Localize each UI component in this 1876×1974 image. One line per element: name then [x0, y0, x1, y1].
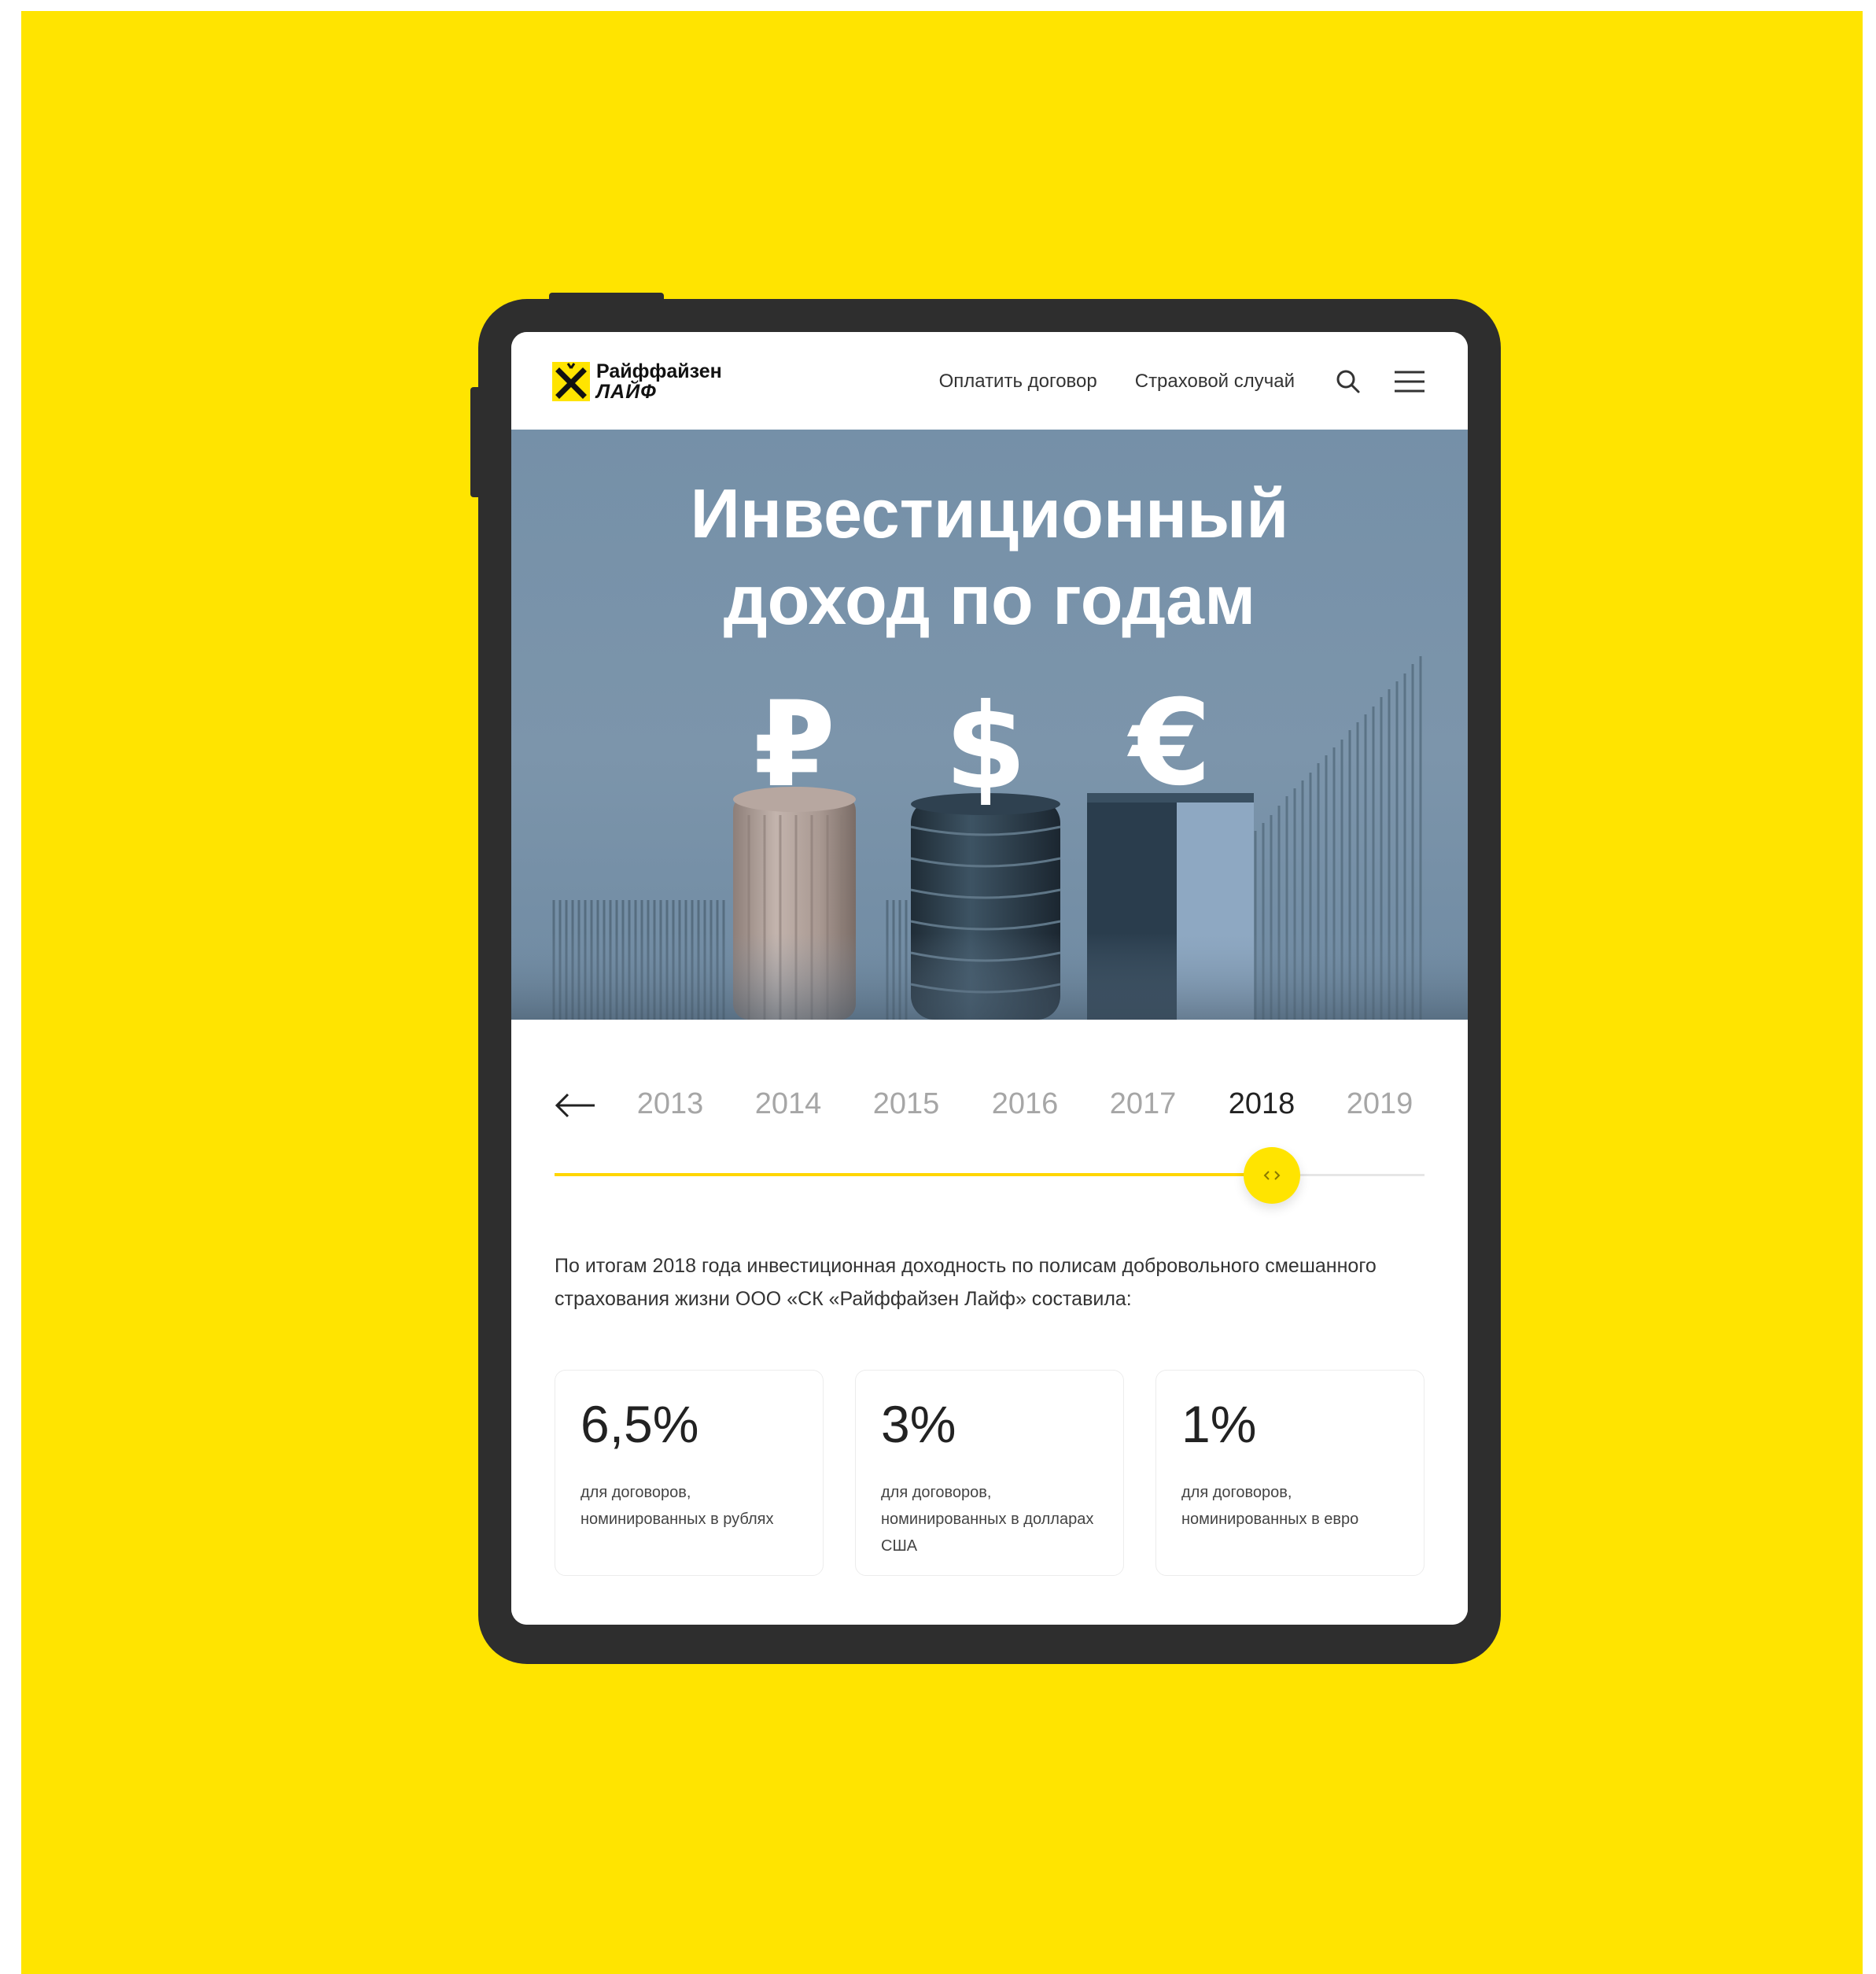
hero-title-line-2: доход по годам	[723, 561, 1256, 639]
stat-value: 1%	[1181, 1395, 1257, 1453]
logo-line-2: ЛАЙФ	[596, 381, 657, 403]
logo[interactable]: Райффайзен ЛАЙФ	[552, 359, 722, 404]
year-2015[interactable]: 2015	[863, 1087, 949, 1121]
arrow-left-icon[interactable]	[552, 1086, 599, 1125]
stat-card-rub: 6,5% для договоров, номинированных в руб…	[555, 1370, 824, 1576]
ruble-symbol: ₽	[754, 677, 835, 814]
logo-text: Райффайзен ЛАЙФ	[596, 361, 722, 402]
dollar-symbol: $	[945, 679, 1026, 816]
nav-pay-contract[interactable]: Оплатить договор	[939, 371, 1097, 393]
search-icon[interactable]	[1332, 366, 1364, 397]
description-text: По итогам 2018 года инвестиционная доход…	[555, 1255, 1377, 1310]
hero-title: Инвестиционный доход по годам	[511, 470, 1468, 644]
stat-card-eur: 1% для договоров, номинированных в евро	[1155, 1370, 1425, 1576]
stat-label: для договоров, номинированных в евро	[1181, 1484, 1359, 1528]
income-card: 2013 2014 2015 2016 2017 2018 2019 По ит…	[511, 1020, 1468, 1625]
year-2016[interactable]: 2016	[982, 1087, 1068, 1121]
year-2019[interactable]: 2019	[1336, 1087, 1423, 1121]
hero-title-line-1: Инвестиционный	[690, 474, 1289, 552]
hero-banner: ₽ $ € Инвестиционный доход по годам	[511, 430, 1468, 1020]
year-2017[interactable]: 2017	[1100, 1087, 1186, 1121]
stat-card-usd: 3% для договоров, номинированных в долла…	[855, 1370, 1124, 1576]
year-2014[interactable]: 2014	[745, 1087, 831, 1121]
tablet-device: Райффайзен ЛАЙФ Оплатить договор Страхов…	[478, 299, 1501, 1664]
stat-label: для договоров, номинированных в рублях	[580, 1484, 774, 1528]
timeline-slider-thumb[interactable]	[1244, 1147, 1301, 1204]
menu-icon[interactable]	[1394, 366, 1425, 397]
stat-value: 6,5%	[580, 1395, 699, 1453]
nav-insurance-case[interactable]: Страховой случай	[1135, 371, 1295, 393]
drag-arrows-icon	[1264, 1171, 1281, 1180]
year-2018[interactable]: 2018	[1218, 1087, 1305, 1121]
year-2013[interactable]: 2013	[627, 1087, 713, 1121]
stat-label: для договоров, номинированных в долларах…	[881, 1484, 1094, 1555]
timeline-track-fill	[555, 1173, 1273, 1176]
site-header: Райффайзен ЛАЙФ Оплатить договор Страхов…	[511, 332, 1468, 430]
tablet-screen: Райффайзен ЛАЙФ Оплатить договор Страхов…	[511, 332, 1468, 1625]
logo-line-1: Райффайзен	[596, 360, 722, 382]
stat-value: 3%	[881, 1395, 956, 1453]
euro-symbol: €	[1127, 675, 1211, 812]
raiffeisen-logo-icon	[552, 362, 590, 401]
header-nav: Оплатить договор Страховой случай	[939, 362, 1425, 401]
year-selector: 2013 2014 2015 2016 2017 2018 2019	[552, 1083, 1433, 1130]
